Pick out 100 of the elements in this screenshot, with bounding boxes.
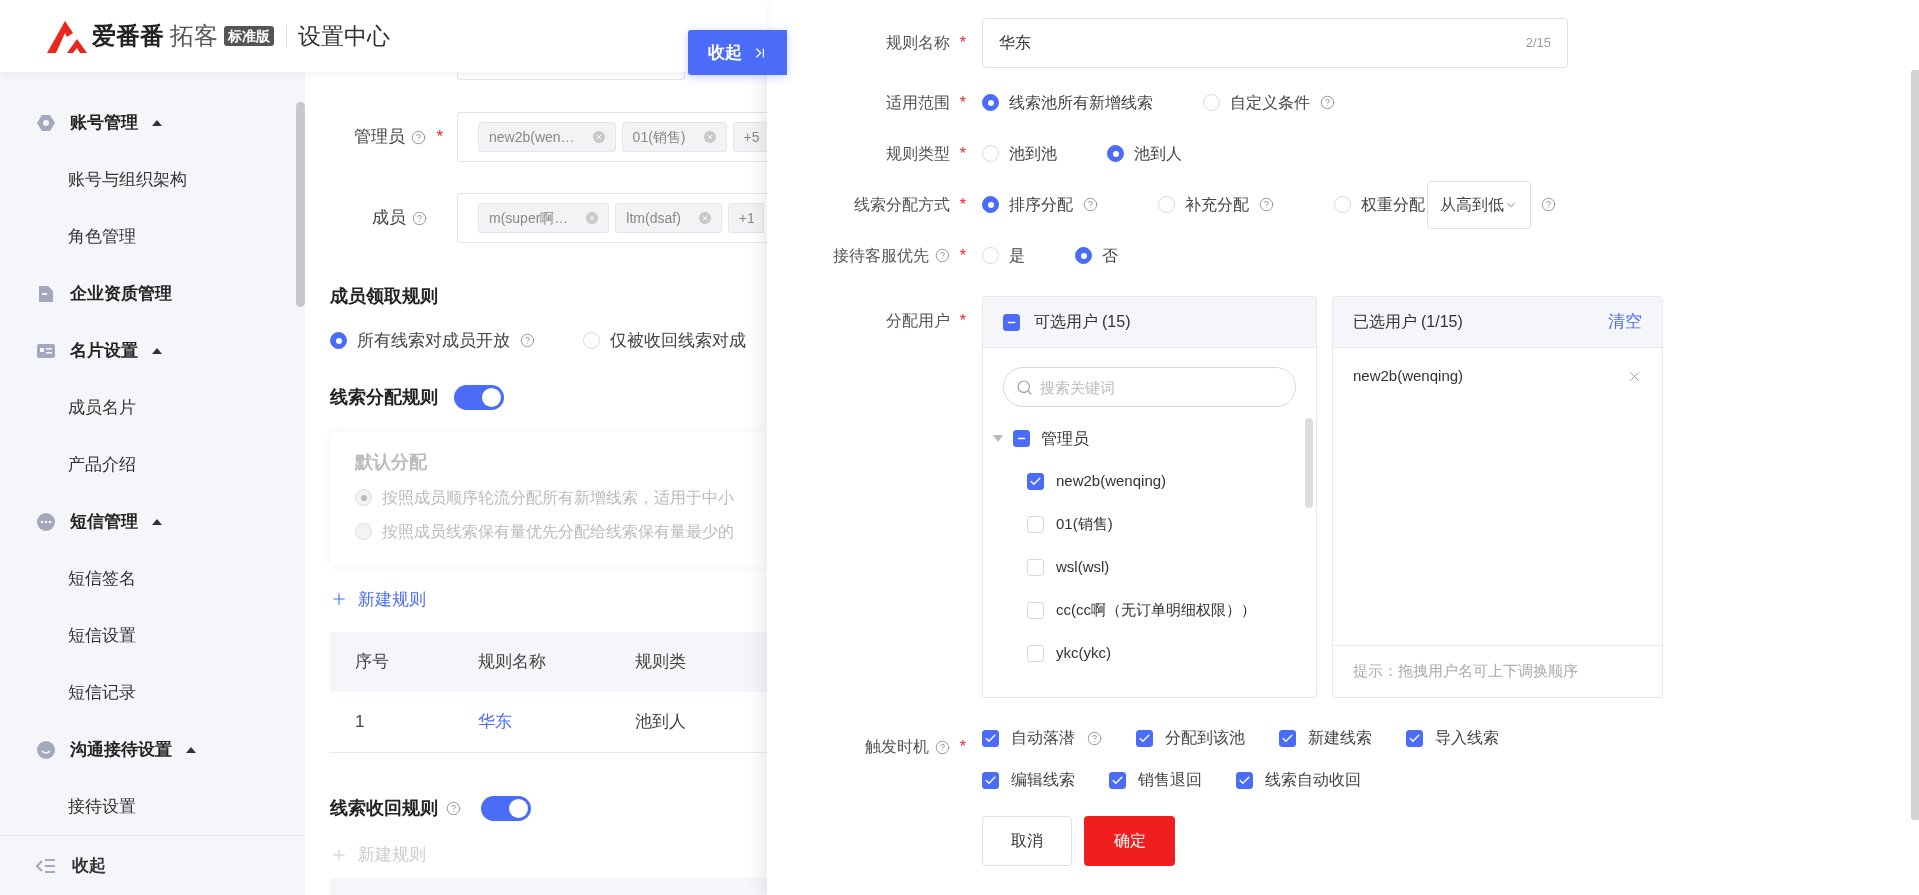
checkbox-label[interactable]: 线索自动收回 bbox=[1265, 768, 1361, 792]
remove-tag-icon[interactable] bbox=[586, 212, 599, 224]
user-option[interactable]: ykc(ykc) bbox=[1056, 642, 1111, 665]
search-field[interactable]: 搜索关键词 bbox=[1003, 367, 1296, 407]
help-icon[interactable] bbox=[446, 801, 461, 816]
selected-user[interactable]: new2b(wenqing) bbox=[1353, 365, 1464, 388]
scrollbar-thumb[interactable] bbox=[1305, 418, 1313, 508]
radio-label[interactable]: 池到池 bbox=[1009, 141, 1057, 166]
radio-label[interactable]: 池到人 bbox=[1134, 141, 1182, 166]
chat-bubble-icon bbox=[36, 511, 56, 532]
toggle-switch[interactable] bbox=[454, 384, 504, 410]
sort-order-select[interactable]: 从高到低 bbox=[1427, 180, 1531, 229]
checkbox-label[interactable]: 新建线索 bbox=[1308, 726, 1372, 750]
radio-label[interactable]: 自定义条件 bbox=[1230, 90, 1310, 115]
table-cell-text: 1 bbox=[354, 711, 366, 734]
checkbox[interactable] bbox=[1027, 473, 1044, 490]
checkbox-label[interactable]: 分配到该池 bbox=[1165, 726, 1245, 750]
collapse-menu-icon[interactable] bbox=[36, 857, 56, 874]
caret-up-icon[interactable] bbox=[152, 518, 162, 525]
required-mark: * bbox=[959, 245, 966, 266]
help-icon[interactable] bbox=[411, 129, 427, 145]
checkbox[interactable] bbox=[1236, 771, 1253, 789]
tree-group-label[interactable]: 管理员 bbox=[1041, 426, 1089, 451]
confirm-button[interactable]: 确定 bbox=[1084, 816, 1175, 866]
rule-name-link[interactable]: 华东 bbox=[452, 709, 635, 735]
collapse-sidebar-link[interactable]: 收起 bbox=[72, 852, 106, 879]
radio-button[interactable] bbox=[1107, 145, 1124, 162]
radio-label[interactable]: 所有线索对成员开放 bbox=[357, 328, 510, 354]
remove-tag-icon[interactable] bbox=[592, 131, 605, 143]
checkbox-label[interactable]: 自动落潜 bbox=[1011, 726, 1075, 750]
user-option[interactable]: new2b(wenqing) bbox=[1056, 470, 1167, 493]
user-option[interactable]: cc(cc啊（无订单明细权限）） bbox=[1056, 599, 1256, 622]
sidebar-item[interactable]: 角色管理 bbox=[36, 208, 136, 265]
radio-label[interactable]: 补充分配 bbox=[1185, 192, 1249, 217]
input-field[interactable] bbox=[457, 72, 685, 80]
cancel-button[interactable]: 取消 bbox=[982, 816, 1072, 866]
toggle-switch[interactable] bbox=[481, 796, 531, 821]
sidebar-item[interactable]: 产品介绍 bbox=[36, 436, 136, 493]
brand-name: 爱番番 bbox=[92, 21, 164, 51]
help-icon[interactable] bbox=[412, 210, 427, 226]
sidebar-group[interactable]: 名片设置 bbox=[36, 322, 162, 379]
sidebar-group[interactable]: 账号管理 bbox=[36, 94, 162, 151]
table-cell-text: 池到人 bbox=[635, 711, 686, 734]
sidebar-item[interactable]: 短信记录 bbox=[36, 664, 136, 721]
user-option[interactable]: wsl(wsl) bbox=[1056, 556, 1110, 579]
help-icon[interactable] bbox=[1083, 197, 1098, 212]
caret-up-icon[interactable] bbox=[152, 347, 162, 354]
radio-button[interactable] bbox=[982, 196, 999, 213]
checkbox[interactable] bbox=[1109, 771, 1126, 789]
sidebar-item[interactable]: 成员名片 bbox=[36, 379, 136, 436]
radio-button[interactable] bbox=[982, 94, 999, 111]
scrollbar-thumb[interactable] bbox=[1911, 70, 1919, 820]
close-icon[interactable] bbox=[1627, 369, 1642, 384]
checkbox[interactable] bbox=[1003, 313, 1020, 331]
help-icon[interactable] bbox=[934, 739, 950, 755]
user-option[interactable]: 01(销售) bbox=[1056, 513, 1113, 536]
caret-down-icon[interactable] bbox=[993, 435, 1003, 442]
help-icon[interactable] bbox=[1320, 95, 1335, 110]
radio-label[interactable]: 是 bbox=[1009, 243, 1025, 268]
checkbox[interactable] bbox=[1013, 430, 1030, 447]
help-icon[interactable] bbox=[934, 248, 950, 263]
new-rule-link[interactable]: 新建规则 bbox=[330, 586, 426, 612]
sidebar-item[interactable]: 短信设置 bbox=[36, 607, 136, 664]
product-name: 拓客 bbox=[170, 21, 218, 51]
collapse-button[interactable]: 收起 bbox=[688, 30, 787, 75]
checkbox-label[interactable]: 销售退回 bbox=[1138, 768, 1202, 792]
checkbox[interactable] bbox=[1279, 729, 1296, 747]
help-icon[interactable] bbox=[1087, 730, 1102, 746]
help-icon[interactable] bbox=[1541, 197, 1556, 212]
radio-button[interactable] bbox=[1075, 247, 1092, 264]
radio-label[interactable]: 仅被收回线索对成 bbox=[610, 328, 746, 354]
sidebar-item[interactable]: 短信签名 bbox=[36, 550, 136, 607]
checkbox-label[interactable]: 导入线索 bbox=[1435, 726, 1499, 750]
sidebar-item[interactable]: 接待设置 bbox=[36, 778, 136, 835]
clear-link[interactable]: 清空 bbox=[1608, 309, 1642, 335]
rule-name-input[interactable]: 华东 2/15 bbox=[982, 18, 1568, 68]
sidebar-group[interactable]: 短信管理 bbox=[36, 493, 162, 550]
radio-label[interactable]: 权重分配 bbox=[1361, 192, 1425, 217]
required-mark: * bbox=[436, 126, 443, 149]
checkbox[interactable] bbox=[1406, 729, 1423, 747]
sidebar-group[interactable]: 沟通接待设置 bbox=[36, 721, 196, 778]
help-icon[interactable] bbox=[520, 333, 535, 349]
sidebar-group[interactable]: 企业资质管理 bbox=[36, 265, 172, 322]
radio-button[interactable] bbox=[330, 332, 347, 350]
sidebar-item[interactable]: 账号与组织架构 bbox=[36, 151, 187, 208]
smile-icon bbox=[36, 739, 56, 760]
help-icon[interactable] bbox=[1259, 197, 1274, 212]
radio-label[interactable]: 排序分配 bbox=[1009, 192, 1073, 217]
checkbox[interactable] bbox=[982, 771, 999, 789]
scrollbar-thumb[interactable] bbox=[296, 102, 305, 307]
checkbox[interactable] bbox=[982, 729, 999, 747]
remove-tag-icon[interactable] bbox=[698, 212, 711, 224]
caret-up-icon[interactable] bbox=[186, 746, 196, 753]
radio-label[interactable]: 否 bbox=[1102, 243, 1118, 268]
field-label: 成员 bbox=[372, 207, 406, 230]
radio-label[interactable]: 线索池所有新增线索 bbox=[1009, 90, 1153, 115]
checkbox-label[interactable]: 编辑线索 bbox=[1011, 768, 1075, 792]
checkbox[interactable] bbox=[1136, 729, 1153, 747]
caret-up-icon[interactable] bbox=[152, 119, 162, 126]
remove-tag-icon[interactable] bbox=[703, 131, 716, 143]
